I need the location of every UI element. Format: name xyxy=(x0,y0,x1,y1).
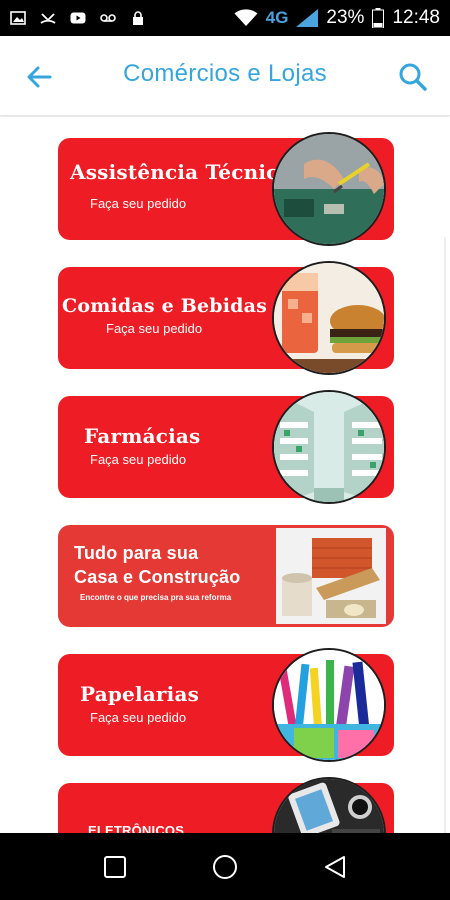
pharmacy-shelves-photo xyxy=(272,390,386,504)
lock-icon xyxy=(133,11,143,25)
notification-icons xyxy=(10,11,146,25)
status-bar: 4G 23% 12:48 xyxy=(0,0,450,36)
category-card-papelarias[interactable]: Papelarias Faça seu pedido xyxy=(58,648,394,762)
battery-icon xyxy=(372,8,385,28)
card-title-line2: Casa e Construção xyxy=(74,567,241,587)
system-nav-bar xyxy=(0,833,450,900)
card-title: Comidas e Bebidas xyxy=(62,295,268,317)
network-type: 4G xyxy=(265,8,289,27)
missed-call-icon xyxy=(40,13,56,24)
scrollbar[interactable] xyxy=(444,237,446,833)
square-recent-apps-icon xyxy=(104,855,126,878)
card-subtitle: Faça seu pedido xyxy=(106,321,203,336)
home-button[interactable] xyxy=(205,847,245,887)
card-subtitle: Faça seu pedido xyxy=(90,196,187,211)
card-title-line1: Tudo para sua xyxy=(74,543,199,563)
burger-and-soda-photo xyxy=(272,261,386,375)
card-title: Assistência Técnica xyxy=(70,160,292,184)
page-title: Comércios e Lojas xyxy=(123,60,327,87)
card-title: ELETRÔNICOS xyxy=(88,823,185,833)
youtube-icon xyxy=(70,12,86,24)
recent-apps-button[interactable] xyxy=(95,847,135,887)
card-subtitle: Faça seu pedido xyxy=(90,710,187,725)
construction-materials-photo xyxy=(276,528,386,624)
category-card-farmacias[interactable]: Farmácias Faça seu pedido xyxy=(58,390,394,504)
search-icon xyxy=(399,63,427,91)
category-card-eletronicos[interactable]: ELETRÔNICOS xyxy=(58,777,394,833)
card-title: Papelarias xyxy=(80,682,200,706)
card-subtitle: Encontre o que precisa pra sua reforma xyxy=(80,593,232,602)
search-button[interactable] xyxy=(396,60,430,94)
triangle-back-icon xyxy=(325,855,345,878)
circle-home-icon xyxy=(213,854,237,879)
category-card-comidas-bebidas[interactable]: Comidas e Bebidas Faça seu pedido xyxy=(58,261,394,375)
category-list[interactable]: Assistência Técnica Faça seu pedido Comi… xyxy=(0,117,450,833)
card-subtitle: Faça seu pedido xyxy=(90,452,187,467)
system-back-button[interactable] xyxy=(315,847,355,887)
app-bar: Comércios e Lojas xyxy=(0,36,450,116)
clock: 12:48 xyxy=(392,7,440,28)
stationery-supplies-photo xyxy=(272,648,386,762)
battery-percent: 23% xyxy=(326,7,365,28)
category-card-casa-construcao[interactable]: Tudo para sua Casa e Construção Encontre… xyxy=(58,525,394,627)
wifi-icon xyxy=(234,9,258,26)
voicemail-icon xyxy=(100,14,116,22)
system-status: 4G 23% 12:48 xyxy=(234,7,440,29)
image-icon xyxy=(10,11,26,25)
signal-icon xyxy=(296,9,319,27)
category-card-assistencia-tecnica[interactable]: Assistência Técnica Faça seu pedido xyxy=(58,132,394,246)
card-title: Farmácias xyxy=(84,424,201,448)
electronics-repair-photo xyxy=(272,132,386,246)
